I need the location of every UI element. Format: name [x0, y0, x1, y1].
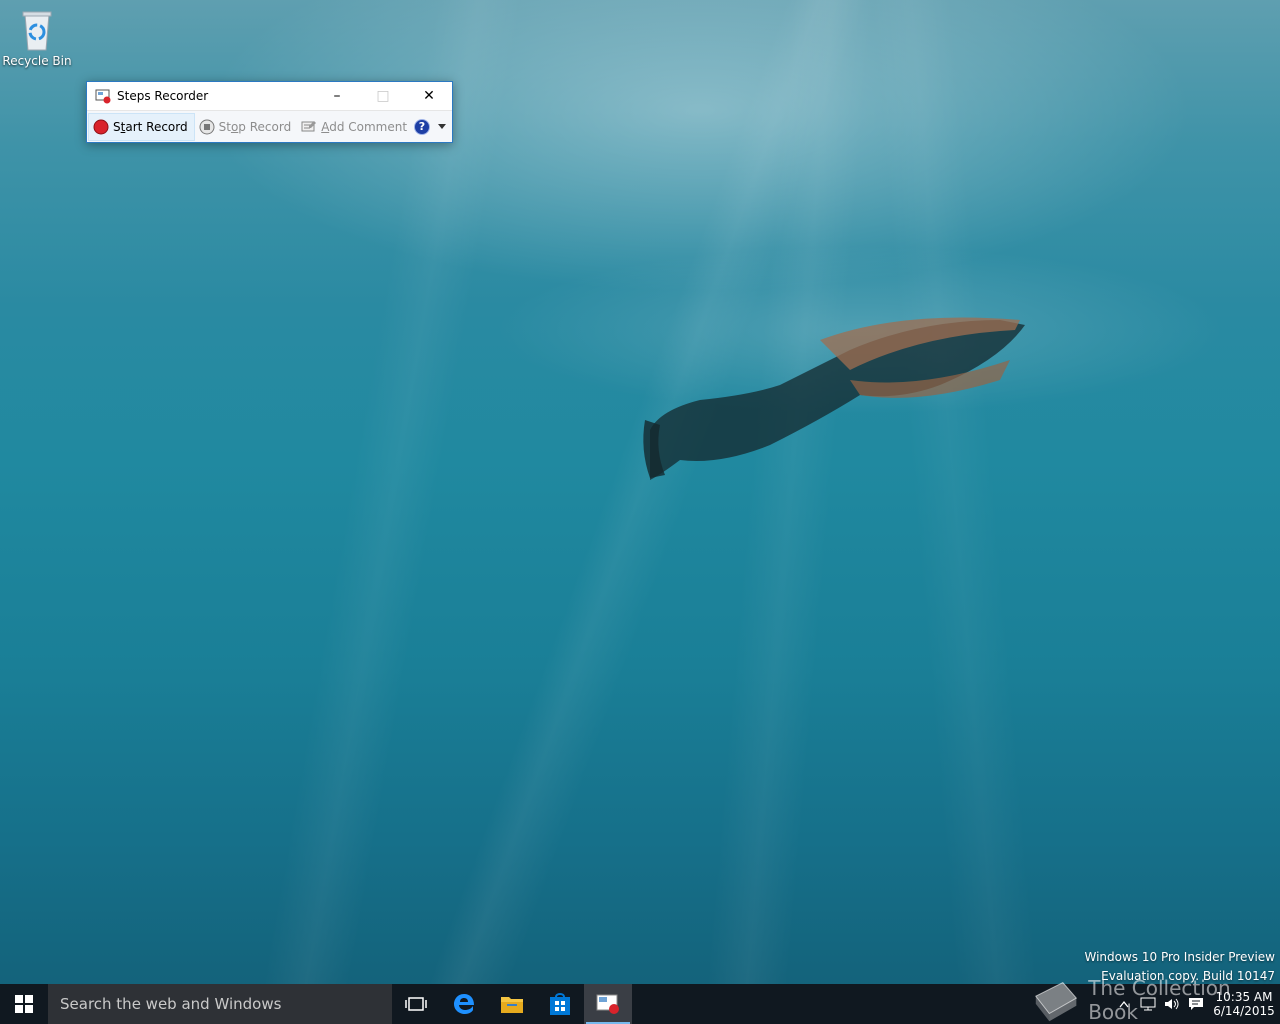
close-button[interactable]: ✕ — [406, 82, 452, 110]
title-bar[interactable]: Steps Recorder – □ ✕ — [87, 82, 452, 110]
book-logo-icon — [1035, 982, 1078, 1022]
search-box[interactable]: Search the web and Windows — [48, 984, 392, 1024]
wallpaper-swimmer — [643, 317, 1025, 480]
file-explorer-button[interactable] — [488, 984, 536, 1024]
steps-recorder-taskbar-button[interactable] — [584, 984, 632, 1024]
recycle-bin[interactable]: Recycle Bin — [2, 6, 72, 76]
task-view-icon — [405, 997, 427, 1011]
add-comment-label: Add Comment — [321, 119, 408, 134]
comment-icon — [301, 120, 317, 131]
add-comment-button: Add Comment — [297, 113, 413, 141]
stop-record-button: Stop Record — [195, 113, 298, 141]
start-button[interactable] — [0, 984, 48, 1024]
edge-icon — [454, 994, 474, 1014]
toolbar: Start Record Stop Record Add Comment ? — [87, 110, 452, 142]
steps-recorder-icon — [596, 994, 619, 1014]
recycle-bin-label: Recycle Bin — [2, 54, 72, 68]
steps-recorder-icon — [95, 89, 111, 104]
help-icon[interactable]: ? — [414, 118, 430, 135]
start-record-button[interactable]: Start Record — [88, 112, 195, 141]
stop-record-label: Stop Record — [218, 119, 292, 134]
recycle-bin-icon — [22, 11, 52, 51]
folder-icon — [501, 997, 523, 1013]
start-record-label: Start Record — [113, 119, 188, 134]
store-button[interactable] — [536, 984, 584, 1024]
windows-logo-icon — [15, 995, 33, 1013]
task-view-button[interactable] — [392, 984, 440, 1024]
minimize-button[interactable]: – — [314, 82, 360, 110]
maximize-button: □ — [376, 88, 390, 104]
watermark-line-1: Windows 10 Pro Insider Preview — [1084, 950, 1275, 964]
settings-dropdown-chevron-down-icon[interactable] — [438, 124, 446, 129]
brand-watermark: The Collection Book — [1030, 976, 1280, 1024]
store-icon — [550, 993, 570, 1015]
brand-text: The Collection Book — [1088, 976, 1231, 1024]
stop-icon — [199, 119, 215, 134]
window-title: Steps Recorder — [117, 89, 209, 103]
steps-recorder-window: Steps Recorder – □ ✕ Start Record Stop R… — [86, 81, 453, 143]
edge-button[interactable] — [440, 984, 488, 1024]
record-icon — [93, 119, 109, 134]
